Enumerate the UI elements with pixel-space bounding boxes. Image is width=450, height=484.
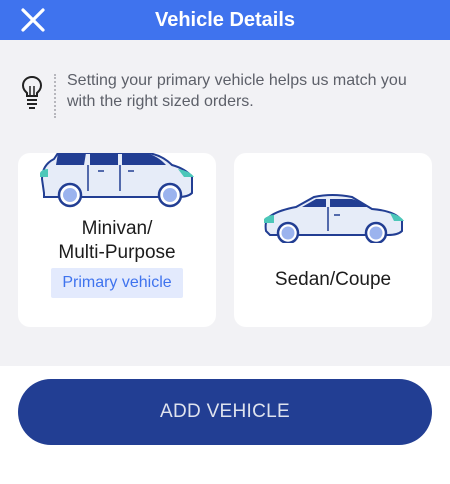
sedan-icon — [264, 194, 404, 243]
page-title: Vehicle Details — [154, 9, 296, 31]
vehicle-card-sedan[interactable]: Sedan/Coupe — [234, 153, 432, 327]
primary-vehicle-badge: Primary vehicle — [51, 268, 183, 298]
vehicle-type-label: Sedan/Coupe — [274, 269, 392, 290]
add-vehicle-button[interactable]: ADD VEHICLE — [18, 379, 432, 445]
vehicle-type-line2: Multi-Purpose — [58, 242, 176, 263]
vehicle-type-line1: Minivan/ — [81, 218, 153, 239]
tip-divider — [54, 74, 56, 118]
vehicle-card-minivan[interactable]: Minivan/ Multi-Purpose Primary vehicle — [18, 153, 216, 327]
tip-banner: Setting your primary vehicle helps us ma… — [0, 40, 450, 135]
top-bar: Vehicle Details — [0, 0, 450, 40]
tip-text: Setting your primary vehicle helps us ma… — [67, 72, 407, 110]
footer: ADD VEHICLE — [0, 366, 450, 484]
lightbulb-icon — [21, 75, 43, 109]
minivan-icon — [40, 153, 194, 208]
